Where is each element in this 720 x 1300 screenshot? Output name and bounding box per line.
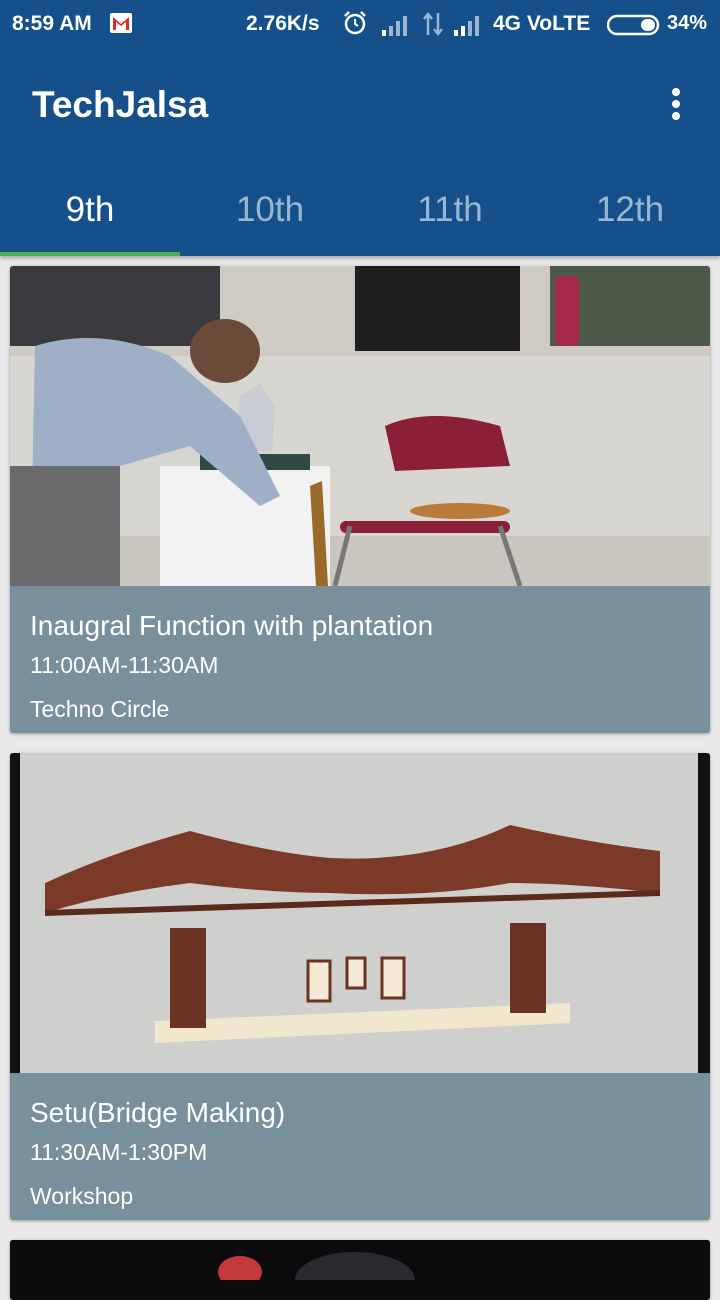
alarm-icon (342, 10, 368, 41)
tab-9th[interactable]: 9th (0, 160, 180, 256)
tab-bar: 9th 10th 11th 12th (0, 160, 720, 256)
data-arrows-icon (422, 11, 444, 42)
status-bar: 8:59 AM 2.76K/s 4G VoLTE 34% (0, 0, 720, 50)
event-time: 11:00AM-11:30AM (30, 652, 219, 678)
app-title: TechJalsa (32, 84, 209, 125)
event-title: Setu(Bridge Making) (30, 1097, 286, 1128)
event-image (10, 753, 710, 1073)
event-card[interactable]: Inaugral Function with plantation 11:00A… (10, 266, 710, 733)
event-card[interactable]: Setu(Bridge Making) 11:30AM-1:30PM Works… (10, 753, 710, 1220)
app-bar: TechJalsa (0, 50, 720, 160)
more-vert-icon[interactable] (660, 84, 692, 124)
tab-11th[interactable]: 11th (360, 160, 540, 256)
battery-icon (606, 14, 661, 41)
event-time: 11:30AM-1:30PM (30, 1139, 208, 1165)
network-speed: 2.76K/s (246, 12, 320, 35)
event-venue: Techno Circle (30, 696, 170, 722)
event-image (10, 1240, 710, 1300)
network-type: 4G VoLTE (493, 12, 591, 35)
signal-icon (382, 14, 412, 41)
event-title: Inaugral Function with plantation (30, 610, 434, 641)
battery-percent: 34% (667, 12, 708, 34)
event-image (10, 266, 710, 587)
gmail-icon (110, 13, 132, 33)
event-venue: Workshop (30, 1183, 134, 1209)
tab-10th[interactable]: 10th (180, 160, 360, 256)
tab-12th[interactable]: 12th (540, 160, 720, 256)
event-card[interactable] (10, 1240, 710, 1300)
status-time: 8:59 AM (12, 12, 92, 35)
tab-indicator (0, 252, 180, 256)
signal-icon (454, 14, 484, 41)
